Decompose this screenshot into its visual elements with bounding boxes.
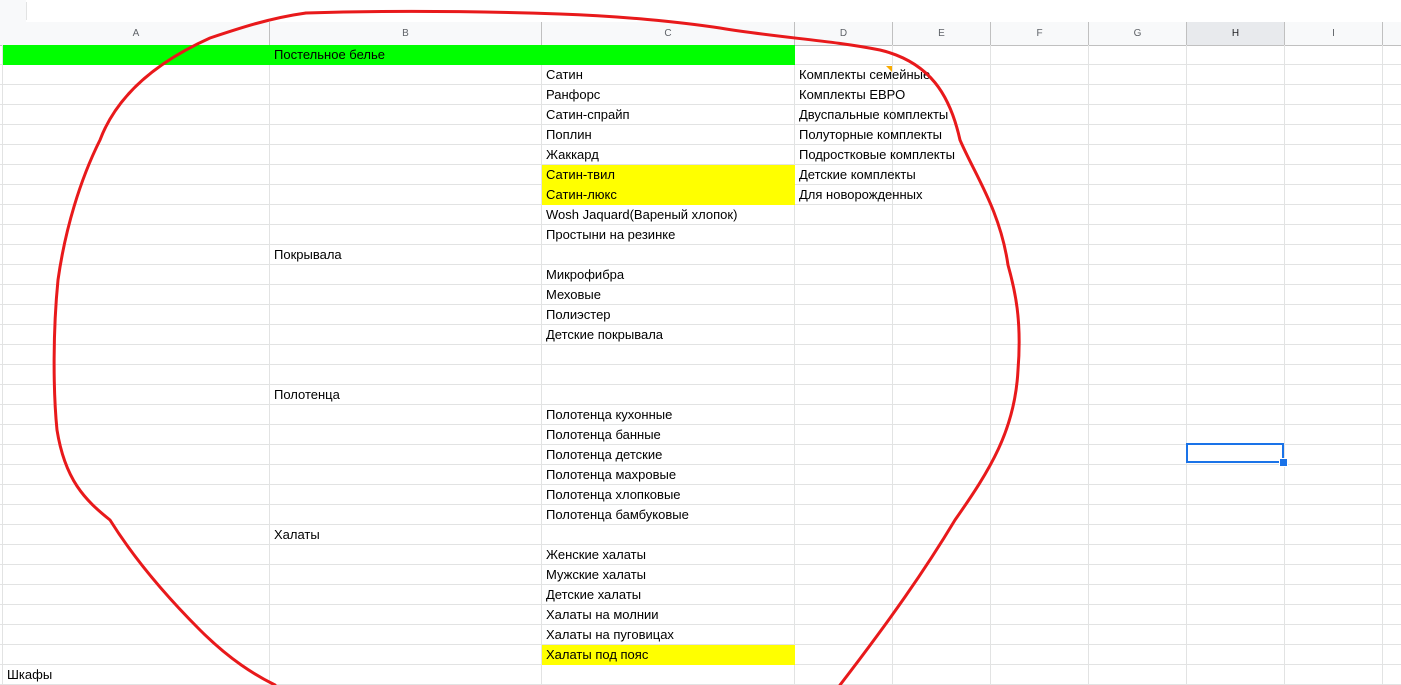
red-freehand-circle-annotation bbox=[52, 9, 1021, 685]
